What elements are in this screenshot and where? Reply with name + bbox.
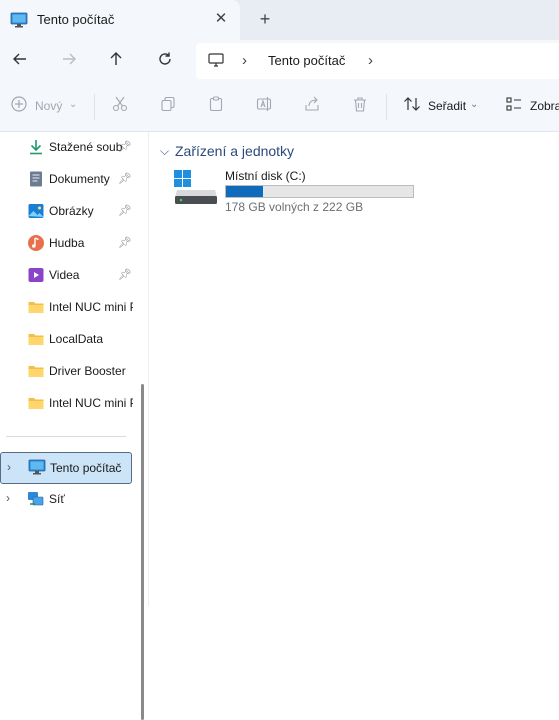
new-button-label[interactable]: Nový xyxy=(35,99,62,113)
chevron-right-icon[interactable]: › xyxy=(368,52,373,69)
sort-button-label[interactable]: Seřadit xyxy=(428,99,466,113)
sidebar-item-label: Intel NUC mini P xyxy=(49,300,133,314)
folder-icon xyxy=(27,298,45,316)
chevron-right-icon[interactable]: › xyxy=(6,491,10,505)
chevron-down-icon[interactable]: ⌵ xyxy=(160,144,169,159)
pin-icon: 📌︎ xyxy=(118,173,132,185)
sidebar-item-label: Tento počítač xyxy=(50,461,122,475)
sidebar-item-label: Síť xyxy=(49,492,65,506)
breadcrumb-this-pc[interactable]: Tento počítač xyxy=(268,53,345,68)
pane-splitter[interactable] xyxy=(148,132,149,606)
sidebar-item-folder[interactable]: Intel NUC mini P xyxy=(0,292,134,322)
view-button-label[interactable]: Zobra xyxy=(530,99,559,113)
navigation-pane: Stažené soub 📌︎ Dokumenty 📌︎ Obrázky 📌︎ … xyxy=(0,132,148,720)
tab-this-pc[interactable]: Tento počítač ✕ xyxy=(0,0,240,40)
sidebar-item-music[interactable]: Hudba 📌︎ xyxy=(0,228,134,258)
network-icon xyxy=(27,490,45,508)
rename-icon[interactable] xyxy=(256,96,272,117)
drive-usage-fill xyxy=(226,186,264,197)
pin-icon: 📌︎ xyxy=(118,237,132,249)
sidebar-item-folder[interactable]: Driver Booster xyxy=(0,356,134,386)
tab-title: Tento počítač xyxy=(37,12,115,27)
drive-name: Místní disk (C:) xyxy=(225,169,306,183)
computer-icon xyxy=(10,12,28,31)
up-arrow-icon[interactable] xyxy=(104,49,128,73)
music-icon xyxy=(27,234,45,252)
chevron-down-icon[interactable]: ⌄ xyxy=(470,99,478,110)
sidebar-item-label: LocalData xyxy=(49,332,104,346)
divider xyxy=(6,436,126,437)
paste-icon[interactable] xyxy=(208,96,224,117)
drive-usage-bar xyxy=(225,185,414,198)
chevron-down-icon[interactable]: ⌄ xyxy=(69,99,77,110)
divider xyxy=(386,94,387,120)
navigation-bar: › Tento počítač › xyxy=(0,40,559,82)
computer-icon xyxy=(28,459,46,477)
tab-bar: Tento počítač ✕ + xyxy=(0,0,559,40)
chevron-right-icon[interactable]: › xyxy=(242,52,247,69)
plus-icon[interactable]: + xyxy=(256,10,274,28)
view-icon xyxy=(506,96,522,117)
sidebar-item-folder[interactable]: Intel NUC mini P xyxy=(0,388,134,418)
share-icon[interactable] xyxy=(304,96,320,117)
pin-icon: 📌︎ xyxy=(118,141,132,153)
sidebar-item-videos[interactable]: Videa 📌︎ xyxy=(0,260,134,290)
sidebar-item-label: Intel NUC mini P xyxy=(49,396,133,410)
sidebar-item-documents[interactable]: Dokumenty 📌︎ xyxy=(0,164,134,194)
refresh-icon[interactable] xyxy=(153,49,177,73)
drive-item-c[interactable]: Místní disk (C:) 178 GB volných z 222 GB xyxy=(172,168,432,218)
sidebar-item-this-pc[interactable]: › Tento počítač xyxy=(0,452,132,484)
sort-icon xyxy=(403,96,421,117)
monitor-icon xyxy=(208,53,224,71)
new-icon xyxy=(11,96,27,117)
download-icon xyxy=(27,138,45,156)
sidebar-item-pictures[interactable]: Obrázky 📌︎ xyxy=(0,196,134,226)
chevron-right-icon[interactable]: › xyxy=(7,460,11,474)
command-bar: Nový ⌄ Seřadit ⌄ Zobra xyxy=(0,82,559,132)
divider xyxy=(94,94,95,120)
pin-icon: 📌︎ xyxy=(118,205,132,217)
folder-icon xyxy=(27,330,45,348)
scrollbar[interactable] xyxy=(141,384,144,720)
folder-icon xyxy=(27,362,45,380)
folder-icon xyxy=(27,394,45,412)
pictures-icon xyxy=(27,202,45,220)
delete-icon[interactable] xyxy=(352,96,368,117)
address-bar[interactable]: › Tento počítač › xyxy=(196,43,559,79)
close-icon[interactable]: ✕ xyxy=(213,11,229,27)
drive-free-space: 178 GB volných z 222 GB xyxy=(225,200,364,214)
group-title: Zařízení a jednotky xyxy=(175,143,295,159)
videos-icon xyxy=(27,266,45,284)
copy-icon[interactable] xyxy=(160,96,176,117)
pin-icon: 📌︎ xyxy=(118,269,132,281)
documents-icon xyxy=(27,170,45,188)
sidebar-item-label: Driver Booster xyxy=(49,364,126,378)
sidebar-item-downloads[interactable]: Stažené soub 📌︎ xyxy=(0,132,134,162)
sidebar-item-folder[interactable]: LocalData xyxy=(0,324,134,354)
hard-drive-icon xyxy=(173,168,219,209)
back-arrow-icon[interactable] xyxy=(8,49,32,73)
sidebar-item-network[interactable]: › Síť xyxy=(0,484,134,514)
cut-icon[interactable] xyxy=(112,96,128,117)
forward-arrow-icon[interactable] xyxy=(57,49,81,73)
